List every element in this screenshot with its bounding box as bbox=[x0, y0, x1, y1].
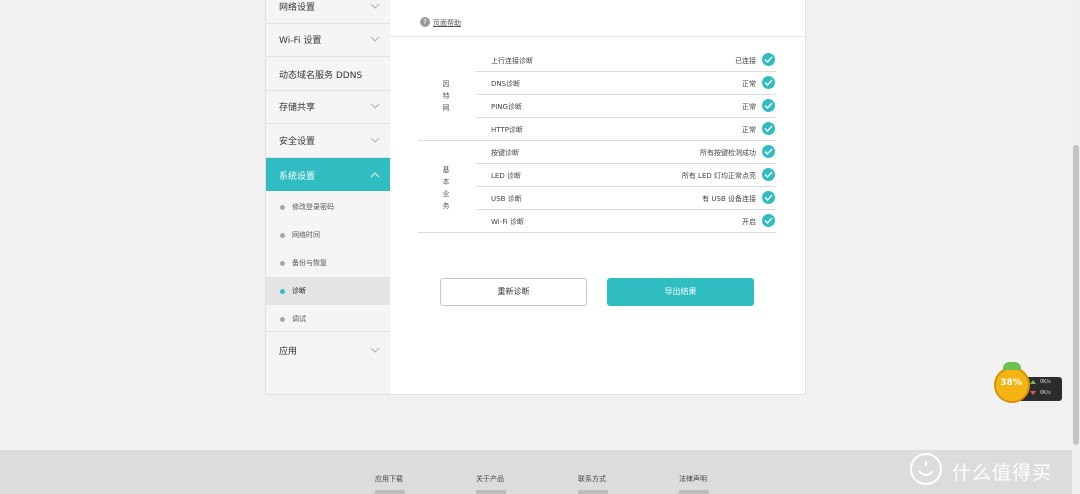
sidebar-item-label: 存储共享 bbox=[279, 103, 316, 113]
page-help-label: 页面帮助 bbox=[433, 19, 461, 27]
chevron-down-icon bbox=[370, 103, 380, 109]
sidebar-subitem-debug[interactable]: 调试 bbox=[266, 305, 390, 333]
sidebar-item-network[interactable]: 网络设置 bbox=[266, 0, 390, 24]
check-circle-icon bbox=[762, 76, 775, 89]
diagnose-panel: ? 页面帮助 因特网 基本业务 上行连接诊断 已连接 DNS诊断 正常 PING… bbox=[390, 0, 806, 395]
section-divider bbox=[418, 232, 776, 233]
bullet-icon bbox=[280, 317, 285, 322]
diag-row-uplink: 上行连接诊断 已连接 bbox=[476, 48, 776, 71]
diag-label: DNS诊断 bbox=[491, 80, 521, 88]
bullet-icon bbox=[280, 205, 285, 210]
diag-status: 正常 bbox=[742, 103, 756, 111]
chevron-down-icon bbox=[370, 347, 380, 353]
check-circle-icon bbox=[762, 191, 775, 204]
export-results-button[interactable]: 导出结果 bbox=[607, 278, 754, 306]
diag-label: HTTP诊断 bbox=[491, 126, 523, 134]
diag-row-dns: DNS诊断 正常 bbox=[476, 71, 776, 94]
sidebar-item-label: 动态域名服务 DDNS bbox=[279, 71, 363, 81]
footer-sub-link[interactable] bbox=[578, 490, 608, 494]
divider bbox=[390, 36, 805, 37]
diag-status: 正常 bbox=[742, 126, 756, 134]
leaf-icon bbox=[1003, 362, 1021, 370]
bullet-icon bbox=[280, 233, 285, 238]
help-icon: ? bbox=[420, 17, 430, 27]
sidebar-subitem-label: 诊断 bbox=[292, 287, 306, 295]
check-circle-icon bbox=[762, 168, 775, 181]
sidebar-subitem-change-password[interactable]: 修改登录密码 bbox=[266, 193, 390, 221]
category-basic-services: 基本业务 bbox=[442, 166, 450, 210]
scrollbar-track[interactable] bbox=[1072, 0, 1080, 494]
diag-status: 所有按键检测成功 bbox=[700, 149, 756, 157]
check-circle-icon bbox=[762, 214, 775, 227]
sidebar-subitem-label: 备份与恢复 bbox=[292, 259, 327, 267]
diag-label: USB 诊断 bbox=[491, 195, 522, 203]
sidebar-subitem-label: 调试 bbox=[292, 315, 306, 323]
footer-link-legal[interactable]: 法律声明 bbox=[679, 474, 707, 484]
footer-link-app-download[interactable]: 应用下载 bbox=[375, 474, 403, 484]
sidebar-item-wifi[interactable]: Wi-Fi 设置 bbox=[266, 24, 390, 57]
diag-row-button: 按键诊断 所有按键检测成功 bbox=[476, 140, 776, 163]
diag-row-led: LED 诊断 所有 LED 灯均正常点亮 bbox=[476, 163, 776, 186]
diag-label: PING诊断 bbox=[491, 103, 522, 111]
diag-label: LED 诊断 bbox=[491, 172, 521, 180]
sidebar-item-label: 系统设置 bbox=[279, 172, 316, 182]
watermark-text: 什么值得买 bbox=[952, 462, 1053, 484]
bullet-icon bbox=[280, 289, 285, 294]
sidebar-subitem-backup-restore[interactable]: 备份与恢复 bbox=[266, 249, 390, 277]
sidebar: 网络设置 Wi-Fi 设置 动态域名服务 DDNS 存储共享 安全设置 系统设置… bbox=[265, 0, 391, 395]
divider bbox=[266, 331, 390, 332]
footer: 应用下载 关于产品 联系方式 法律声明 什么值得买 bbox=[0, 450, 1072, 494]
chevron-down-icon bbox=[370, 3, 380, 9]
sidebar-item-ddns[interactable]: 动态域名服务 DDNS bbox=[266, 57, 390, 91]
download-arrow-icon bbox=[1030, 391, 1036, 395]
sidebar-subitem-label: 修改登录密码 bbox=[292, 203, 334, 211]
bullet-icon bbox=[280, 261, 285, 266]
watermark-logo-icon bbox=[910, 453, 942, 485]
diag-status: 所有 LED 灯均正常点亮 bbox=[681, 172, 756, 180]
footer-sub-link[interactable] bbox=[679, 490, 709, 494]
diag-label: Wi-Fi 诊断 bbox=[491, 218, 524, 226]
diag-row-ping: PING诊断 正常 bbox=[476, 94, 776, 117]
sidebar-item-security[interactable]: 安全设置 bbox=[266, 125, 390, 158]
footer-sub-link[interactable] bbox=[476, 490, 506, 494]
category-internet: 因特网 bbox=[442, 80, 450, 112]
diag-status: 正常 bbox=[742, 80, 756, 88]
diag-status: 开启 bbox=[742, 218, 756, 226]
upload-arrow-icon bbox=[1030, 380, 1036, 384]
diag-row-http: HTTP诊断 正常 bbox=[476, 117, 776, 140]
sidebar-item-label: 应用 bbox=[279, 347, 298, 357]
sidebar-subitem-label: 网络时间 bbox=[292, 231, 320, 239]
diag-status: 有 USB 设备连接 bbox=[702, 195, 756, 203]
diag-label: 按键诊断 bbox=[491, 149, 519, 157]
diag-row-wifi: Wi-Fi 诊断 开启 bbox=[476, 209, 776, 232]
sidebar-subitem-diagnose[interactable]: 诊断 bbox=[266, 277, 390, 305]
sidebar-item-system[interactable]: 系统设置 bbox=[266, 158, 390, 191]
chevron-down-icon bbox=[370, 137, 380, 143]
footer-sub-link[interactable] bbox=[375, 490, 405, 494]
sidebar-item-apps[interactable]: 应用 bbox=[266, 335, 390, 368]
chevron-down-icon bbox=[370, 36, 380, 42]
speed-widget[interactable]: 38% 0K/s 0K/s bbox=[994, 362, 1062, 407]
footer-link-about[interactable]: 关于产品 bbox=[476, 474, 504, 484]
upload-speed: 0K/s bbox=[1040, 379, 1051, 385]
check-circle-icon bbox=[762, 53, 775, 66]
diag-status: 已连接 bbox=[735, 57, 756, 65]
check-circle-icon bbox=[762, 122, 775, 135]
download-speed: 0K/s bbox=[1040, 390, 1051, 396]
scrollbar-thumb[interactable] bbox=[1073, 145, 1079, 445]
sidebar-item-storage[interactable]: 存储共享 bbox=[266, 91, 390, 124]
sidebar-subitem-network-time[interactable]: 网络时间 bbox=[266, 221, 390, 249]
chevron-up-icon bbox=[370, 172, 380, 178]
rediagnose-button[interactable]: 重新诊断 bbox=[440, 278, 587, 306]
sidebar-item-label: 安全设置 bbox=[279, 137, 316, 147]
check-circle-icon bbox=[762, 145, 775, 158]
footer-link-contact[interactable]: 联系方式 bbox=[578, 474, 606, 484]
sidebar-item-label: Wi-Fi 设置 bbox=[279, 36, 322, 46]
sidebar-item-label: 网络设置 bbox=[279, 3, 316, 13]
check-circle-icon bbox=[762, 99, 775, 112]
diag-row-usb: USB 诊断 有 USB 设备连接 bbox=[476, 186, 776, 209]
memory-percent: 38% bbox=[1000, 378, 1022, 388]
diag-label: 上行连接诊断 bbox=[491, 57, 533, 65]
